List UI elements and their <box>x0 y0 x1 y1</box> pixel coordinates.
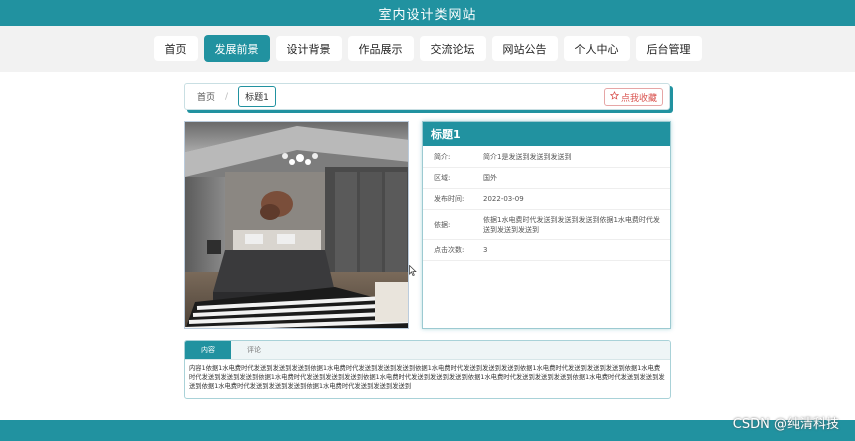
nav-item-announcements[interactable]: 网站公告 <box>491 36 558 61</box>
detail-card: 标题1 简介: 简介1是发送到发送到发送到 区域: 国外 发布时间: 2022-… <box>422 121 671 329</box>
site-header: 室内设计类网站 <box>0 0 855 26</box>
breadcrumb: 首页 / 标题1 点我收藏 <box>184 83 670 110</box>
detail-key: 区域: <box>434 174 451 182</box>
tab-content[interactable]: 内容 <box>185 341 231 359</box>
star-outline-icon <box>609 91 620 103</box>
detail-value: 3 <box>483 246 488 254</box>
nav-item-prospects[interactable]: 发展前景 <box>203 35 270 62</box>
detail-row-click-count: 点击次数: 3 <box>423 240 670 261</box>
nav-item-design-background[interactable]: 设计背景 <box>275 36 342 61</box>
breadcrumb-separator: / <box>225 91 229 102</box>
detail-value: 2022-03-09 <box>483 195 524 203</box>
tab-comments[interactable]: 评论 <box>231 341 277 359</box>
mouse-cursor-icon <box>409 261 417 280</box>
detail-value: 国外 <box>483 174 497 182</box>
site-footer <box>0 420 855 441</box>
detail-key: 依据: <box>434 220 451 229</box>
bedroom-photo <box>184 121 409 329</box>
nav-item-forum[interactable]: 交流论坛 <box>419 36 486 61</box>
detail-row-publish-time: 发布时间: 2022-03-09 <box>423 189 670 210</box>
detail-row-summary: 简介: 简介1是发送到发送到发送到 <box>423 146 670 168</box>
favorite-button[interactable]: 点我收藏 <box>603 88 663 106</box>
detail-value: 简介1是发送到发送到发送到 <box>483 152 572 161</box>
detail-key: 点击次数: <box>434 246 465 254</box>
detail-value: 依据1水电费时代发送到发送到发送到依据1水电费时代发送到发送到发送到 <box>483 215 660 234</box>
detail-key: 简介: <box>434 152 451 161</box>
detail-title: 标题1 <box>423 122 670 146</box>
detail-row-region: 区域: 国外 <box>423 168 670 189</box>
watermark: CSDN @纯清科技 <box>732 417 839 432</box>
detail-row-basis: 依据: 依据1水电费时代发送到发送到发送到依据1水电费时代发送到发送到发送到 <box>423 210 670 240</box>
main-nav: 首页 发展前景 设计背景 作品展示 交流论坛 网站公告 个人中心 后台管理 <box>0 35 855 62</box>
detail-key: 发布时间: <box>434 195 465 203</box>
site-title: 室内设计类网站 <box>378 7 477 23</box>
tab-strip: 内容 评论 <box>185 341 670 360</box>
breadcrumb-home-link[interactable]: 首页 <box>197 90 215 103</box>
favorite-label: 点我收藏 <box>620 93 657 104</box>
breadcrumb-current: 标题1 <box>238 86 276 107</box>
nav-item-admin[interactable]: 后台管理 <box>635 36 702 61</box>
nav-item-personal-center[interactable]: 个人中心 <box>563 36 630 61</box>
content-tabs-panel: 内容 评论 内容1依据1水电费时代发送到发送到发送到依据1水电费时代发送到发送到… <box>184 340 671 399</box>
nav-item-works[interactable]: 作品展示 <box>347 36 414 61</box>
nav-item-home[interactable]: 首页 <box>153 36 198 61</box>
content-body: 内容1依据1水电费时代发送到发送到发送到依据1水电费时代发送到发送到发送到依据1… <box>189 365 665 390</box>
